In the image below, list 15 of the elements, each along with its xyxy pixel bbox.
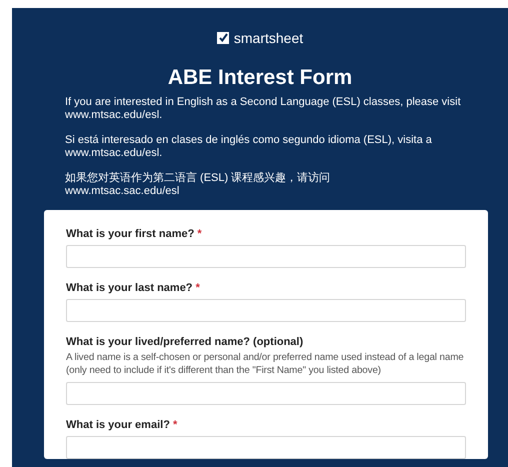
intro-text: If you are interested in English as a Second Language (ESL) classes, please visit www.mtsac.edu/esl. [65,96,462,122]
field-label: What is your last name? * [66,282,201,294]
field-label: What is your first name? * [66,228,203,240]
text-input-field[interactable] [66,245,466,268]
intro-text: Si está interesado en clases de inglés como segundo idioma (ESL), visita a www.mtsac.edu/esl. [65,134,433,160]
text-input-field[interactable] [66,382,466,405]
checkbox-logo-icon [216,32,229,44]
intro-text: 如果您对英语作为第二语言 (ESL) 课程感兴趣，请访问 www.mtsac.sac.edu/esl [65,172,332,198]
form-title: ABE Interest Form [166,66,354,90]
text-input-field[interactable] [66,299,466,322]
field-label: What is your email? * [66,419,178,431]
text-input-field[interactable] [66,436,466,459]
field-label: What is your lived/preferred name? (optional) [66,336,304,348]
field-description: A lived name is a self-chosen or personal and/or preferred name used instead of a legal name (only need to include if it's different than the "First Name" you listed above) [66,352,465,377]
logo-text: smartsheet [234,30,304,46]
